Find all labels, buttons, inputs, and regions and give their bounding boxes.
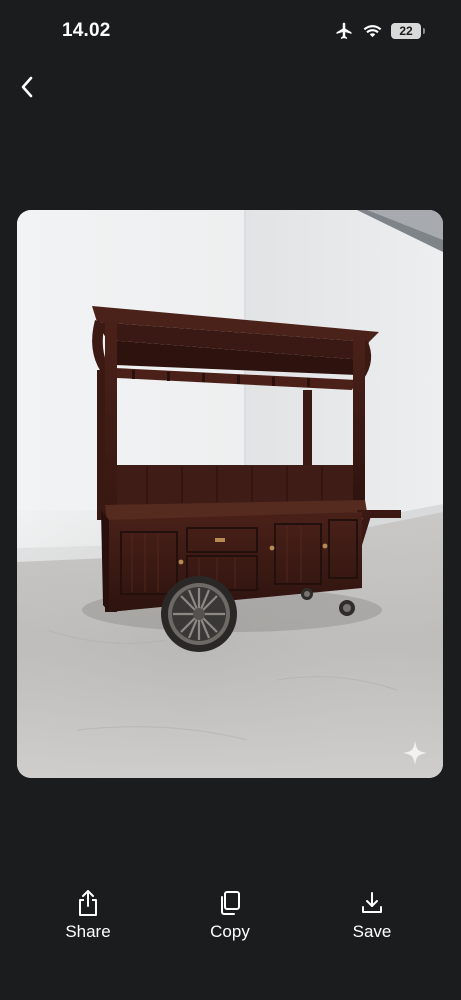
save-button[interactable]: Save xyxy=(327,888,417,942)
download-icon xyxy=(360,888,384,918)
chevron-left-icon xyxy=(19,75,35,104)
share-icon xyxy=(77,888,99,918)
status-bar: 14.02 22 xyxy=(0,0,461,62)
copy-button[interactable]: Copy xyxy=(185,888,275,942)
photo-preview[interactable] xyxy=(17,210,443,778)
image-viewer-screen: 14.02 22 Share Copy Save xyxy=(0,0,461,1000)
share-label: Share xyxy=(65,922,111,941)
share-button[interactable]: Share xyxy=(43,888,133,942)
cart-photo xyxy=(17,210,443,778)
airplane-icon xyxy=(334,21,354,41)
status-time: 14.02 xyxy=(62,20,111,41)
wifi-icon xyxy=(363,23,382,39)
action-bar: Share Copy Save xyxy=(0,888,461,958)
save-label: Save xyxy=(352,922,392,941)
battery-icon: 22 xyxy=(391,23,425,39)
back-button[interactable] xyxy=(12,74,42,104)
battery-level: 22 xyxy=(399,24,413,38)
status-icons: 22 xyxy=(334,20,425,42)
copy-label: Copy xyxy=(210,922,250,941)
copy-icon xyxy=(218,888,242,918)
